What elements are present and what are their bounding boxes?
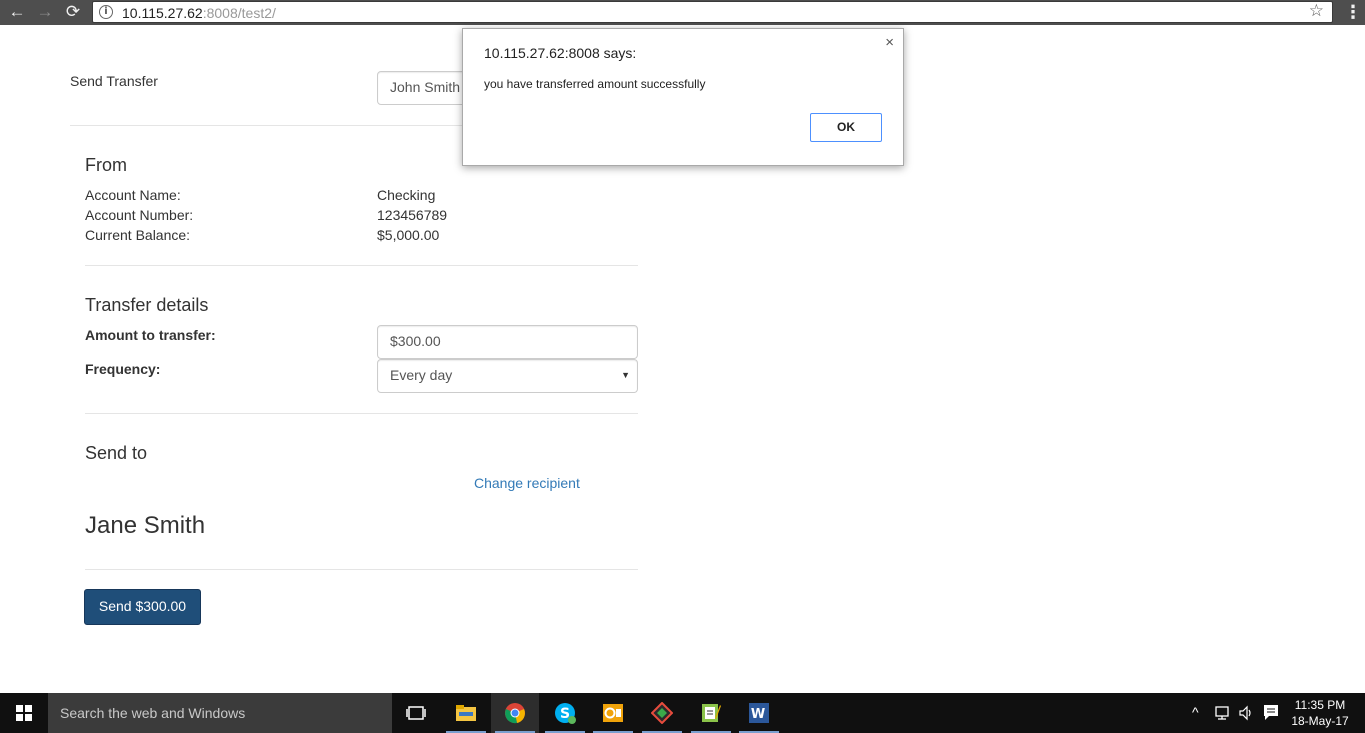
clock-date: 18-May-17 xyxy=(1291,714,1349,728)
back-icon[interactable]: ← xyxy=(6,2,28,24)
transfer-details-title: Transfer details xyxy=(85,295,209,315)
account-number-label: Account Number: xyxy=(85,207,194,223)
chevron-down-icon: ▼ xyxy=(621,370,630,380)
dialog-message: you have transferred amount successfully xyxy=(484,77,706,91)
frequency-value: Every day xyxy=(390,367,453,383)
taskbar-search-input[interactable]: Search the web and Windows xyxy=(48,693,392,733)
file-explorer-button[interactable] xyxy=(442,693,490,733)
account-name-value: Checking xyxy=(377,187,436,203)
divider xyxy=(85,413,638,414)
dialog-title: 10.115.27.62:8008 says: xyxy=(484,45,637,61)
notepad-icon xyxy=(702,704,721,722)
windows-logo-icon xyxy=(16,705,32,721)
network-icon[interactable] xyxy=(1214,705,1232,721)
send-button[interactable]: Send $300.00 xyxy=(84,589,201,625)
folder-icon xyxy=(456,705,476,721)
volume-icon[interactable] xyxy=(1238,705,1254,721)
reload-icon[interactable]: ⟳ xyxy=(62,2,84,24)
action-center-icon[interactable] xyxy=(1263,704,1279,722)
account-name-label: Account Name: xyxy=(85,187,181,203)
word-icon: W xyxy=(749,703,769,723)
skype-button[interactable]: S xyxy=(541,693,589,733)
outlook-icon xyxy=(603,704,623,722)
frequency-label: Frequency: xyxy=(85,361,161,377)
task-view-button[interactable] xyxy=(392,693,440,733)
taskbar-clock[interactable]: 11:35 PM 18-May-17 xyxy=(1288,697,1352,729)
divider xyxy=(85,569,638,570)
account-number-value: 123456789 xyxy=(377,207,448,223)
send-to-title: Send to xyxy=(85,443,148,463)
outlook-button[interactable] xyxy=(589,693,637,733)
divider xyxy=(85,265,638,266)
current-balance-value: $5,000.00 xyxy=(377,227,440,243)
from-section-title: From xyxy=(85,155,127,175)
page-title: Send Transfer xyxy=(70,73,158,89)
address-bar[interactable]: i 10.115.27.62:8008/test2/ ☆ xyxy=(92,1,1333,23)
chrome-button[interactable] xyxy=(491,693,539,733)
change-recipient-link[interactable]: Change recipient xyxy=(474,475,580,491)
amount-input[interactable]: $300.00 xyxy=(377,325,638,359)
info-icon[interactable]: i xyxy=(99,5,113,19)
chrome-icon xyxy=(505,703,525,724)
close-icon[interactable]: × xyxy=(885,34,894,51)
start-button[interactable] xyxy=(0,693,48,733)
url-text[interactable]: 10.115.27.62:8008/test2/ xyxy=(122,5,276,21)
svg-text:W: W xyxy=(751,707,765,722)
notepad-button[interactable] xyxy=(687,693,735,733)
app-button[interactable] xyxy=(638,693,686,733)
skype-icon: S xyxy=(555,703,576,724)
word-button[interactable]: W xyxy=(735,693,783,733)
ok-button[interactable]: OK xyxy=(810,113,882,142)
windows-taskbar: Search the web and Windows S W ^ 11:35 P… xyxy=(0,693,1365,733)
forward-icon[interactable]: → xyxy=(34,2,56,24)
alert-dialog: 10.115.27.62:8008 says: × you have trans… xyxy=(462,28,904,166)
bookmark-star-icon[interactable]: ☆ xyxy=(1309,1,1324,21)
clock-time: 11:35 PM xyxy=(1294,698,1346,712)
url-host: 10.115.27.62 xyxy=(122,5,203,21)
task-view-icon xyxy=(406,706,426,720)
browser-toolbar: ← → ⟳ i 10.115.27.62:8008/test2/ ☆ ⋮ xyxy=(0,0,1365,25)
current-balance-label: Current Balance: xyxy=(85,227,191,243)
recipient-name: Jane Smith xyxy=(85,512,206,539)
frequency-select[interactable]: Every day ▼ xyxy=(377,359,638,393)
amount-label: Amount to transfer: xyxy=(85,327,216,343)
app-diamond-icon xyxy=(651,702,673,724)
tray-chevron-up-icon[interactable]: ^ xyxy=(1192,704,1199,720)
url-path: :8008/test2/ xyxy=(202,5,276,21)
browser-menu-icon[interactable]: ⋮ xyxy=(1344,2,1362,24)
